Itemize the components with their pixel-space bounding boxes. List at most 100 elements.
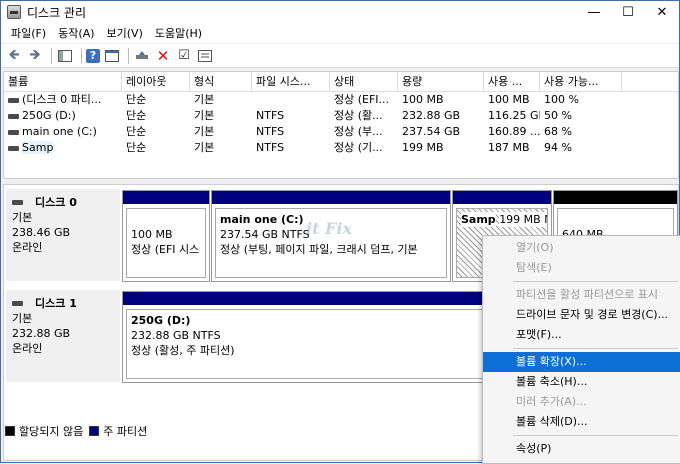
cell-capacity: 100 MB [402,93,444,106]
primary-partition-swatch [89,426,100,436]
menu-item-delete-volume[interactable]: 볼륨 삭제(D)... [483,412,680,432]
close-button[interactable]: ✕ [645,1,679,23]
disk-management-window: 디스크 관리 — ☐ ✕ 파일(F) 동작(A) 보기(V) 도움말(H) 🡸 … [0,0,680,464]
column-header-type[interactable]: 형식 [190,72,252,91]
menu-item-properties[interactable]: 속성(P) [483,439,680,459]
watermark-logo: it Fix [306,219,353,238]
legend-primary: 주 파티션 [103,425,148,438]
column-header-filesystem[interactable]: 파일 시스... [252,72,330,91]
cell-percent-free: 68 % [544,125,572,138]
partition-bar [123,191,209,204]
context-menu: 열기(O) 탐색(E) 파티션을 활성 파티션으로 표시 드라이브 문자 및 경… [482,235,680,464]
column-header-capacity[interactable]: 용량 [398,72,484,91]
partition-status: 정상 (부팅, 페이지 파일, 크래시 덤프, 기본 [220,243,418,256]
menu-item-add-mirror[interactable]: 미러 추가(A)... [483,392,680,412]
properties-window-icon[interactable] [103,47,121,65]
disk-1-label[interactable]: 디스크 1 기본 232.88 GB 온라인 [6,290,120,382]
window-controls: — ☐ ✕ [577,1,679,23]
menu-separator [513,348,678,349]
menu-item-format[interactable]: 포맷(F)... [483,325,680,345]
help-icon[interactable]: ? [86,48,100,63]
show-hide-tree-icon[interactable] [56,47,74,65]
menu-bar: 파일(F) 동작(A) 보기(V) 도움말(H) [1,23,679,43]
menu-item-change-drive-letter[interactable]: 드라이브 문자 및 경로 변경(C)... [483,305,680,325]
cell-layout: 단순 [126,141,147,154]
table-row[interactable]: main one (C:) 단순 기본 NTFS 정상 (부... 237.54… [4,124,678,140]
cell-layout: 단순 [126,109,147,122]
maximize-button[interactable]: ☐ [611,1,645,23]
cell-filesystem: NTFS [256,109,285,122]
menu-separator [513,281,678,282]
partition-size: 100 MB [131,228,173,241]
cell-layout: 단순 [126,93,147,106]
legend-unallocated: 할당되지 않음 [19,425,84,438]
cell-filesystem: NTFS [256,125,285,138]
column-header-status[interactable]: 상태 [330,72,398,91]
cell-percent-free: 94 % [544,141,572,154]
disk-size: 232.88 GB [12,327,71,340]
menu-item-open[interactable]: 열기(O) [483,238,680,258]
disk-name: 디스크 1 [35,297,77,310]
cell-volume: 250G (D:) [22,109,76,122]
unallocated-swatch [5,426,15,436]
cell-percent-free: 100 % [544,93,579,106]
volume-icon [8,145,19,151]
cell-volume: (디스크 0 파티... [22,93,102,106]
disk-type: 기본 [12,211,33,224]
menu-item-extend-volume[interactable]: 볼륨 확장(X)... [483,352,680,372]
cell-free-space: 116.25 GB [488,109,540,122]
cell-capacity: 237.54 GB [402,125,461,138]
table-row[interactable]: (디스크 0 파티... 단순 기본 정상 (EFI... 100 MB 100… [4,92,678,108]
window-title: 디스크 관리 [27,5,87,20]
toolbar-divider [81,47,82,64]
disk-size: 238.46 GB [12,226,71,239]
disk-name: 디스크 0 [35,196,77,209]
check-icon[interactable]: ☑ [175,47,193,65]
cell-status: 정상 (부... [334,125,383,138]
menu-separator [513,435,678,436]
menu-file[interactable]: 파일(F) [5,25,52,41]
volume-icon [8,113,19,119]
column-header-volume[interactable]: 볼륨 [4,72,122,91]
menu-item-mark-active[interactable]: 파티션을 활성 파티션으로 표시 [483,285,680,305]
disk-0-label[interactable]: 디스크 0 기본 238.46 GB 온라인 [6,189,120,281]
cell-free-space: 160.89 ... [488,125,540,138]
disk-status: 온라인 [12,241,43,254]
minimize-button[interactable]: — [577,1,611,23]
volume-list-header: 볼륨 레이아웃 형식 파일 시스... 상태 용량 사용 ... 사용 가능..… [4,72,678,92]
column-header-free-space[interactable]: 사용 ... [484,72,540,91]
delete-icon[interactable]: ✕ [154,47,172,65]
back-arrow-icon[interactable]: 🡸 [5,47,23,65]
table-row-selected[interactable]: Samp 단순 기본 NTFS 정상 (기... 199 MB 187 MB 9… [4,140,678,156]
cell-free-space: 100 MB [488,93,530,106]
volume-icon [8,129,19,135]
legend: 할당되지 않음 주 파티션 [5,423,147,439]
cell-type: 기본 [194,109,215,122]
column-header-percent-free[interactable]: 사용 가능... [540,72,622,91]
disk-type: 기본 [12,312,33,325]
menu-item-shrink-volume[interactable]: 볼륨 축소(H)... [483,372,680,392]
menu-item-explore[interactable]: 탐색(E) [483,258,680,278]
disk-status: 온라인 [12,342,43,355]
menu-view[interactable]: 보기(V) [101,25,149,41]
connect-drive-icon[interactable] [133,47,151,65]
cell-filesystem [252,92,330,108]
cell-volume: main one (C:) [22,125,97,138]
cell-percent-free: 50 % [544,109,572,122]
export-list-icon[interactable] [196,47,214,65]
menu-action[interactable]: 동작(A) [52,25,100,41]
cell-volume: Samp [22,141,54,154]
forward-arrow-icon[interactable]: 🡺 [26,47,44,65]
column-header-layout[interactable]: 레이아웃 [122,72,190,91]
menu-help[interactable]: 도움말(H) [149,25,208,41]
cell-type: 기본 [194,93,215,106]
cell-status: 정상 (기... [334,141,383,154]
partition-size: 199 MB NTFS [499,212,547,227]
table-row[interactable]: 250G (D:) 단순 기본 NTFS 정상 (활... 232.88 GB … [4,108,678,124]
partition-efi[interactable]: 100 MB 정상 (EFI 시스 [122,190,210,282]
cell-status: 정상 (EFI... [334,93,390,106]
cell-status: 정상 (활... [334,109,383,122]
partition-title: Samp [461,212,496,227]
toolbar-divider [51,47,52,64]
partition-status: 정상 (EFI 시스 [131,243,200,256]
